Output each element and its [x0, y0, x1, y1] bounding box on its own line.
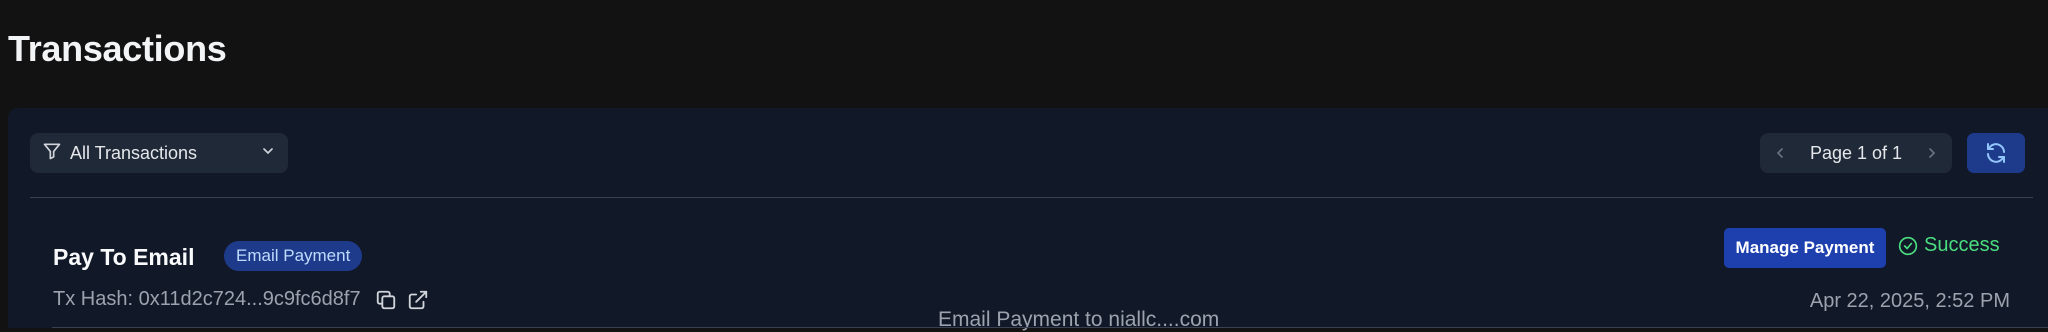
pagination: Page 1 of 1	[1760, 133, 1952, 173]
transactions-panel: All Transactions Page 1 of 1 Pay To Emai…	[8, 108, 2048, 331]
chevron-down-icon	[260, 143, 276, 164]
transaction-title: Pay To Email	[53, 244, 195, 270]
previous-page-button[interactable]	[1772, 145, 1788, 161]
transaction-filter-dropdown[interactable]: All Transactions	[30, 133, 288, 173]
refresh-button[interactable]	[1967, 133, 2025, 173]
status-text: Success	[1924, 234, 2000, 256]
copy-icon[interactable]	[375, 289, 397, 311]
check-circle-icon	[1898, 236, 1918, 255]
transaction-timestamp: Apr 22, 2025, 2:52 PM	[1809, 290, 2010, 312]
transaction-description: Email Payment to niallc....com	[938, 308, 1220, 331]
tx-hash: Tx Hash: 0x11d2c724...9c9fc6d8f7	[53, 288, 429, 311]
next-page-button[interactable]	[1924, 145, 1940, 161]
tx-hash-text: Tx Hash: 0x11d2c724...9c9fc6d8f7	[53, 288, 361, 310]
status-badge: Success	[1898, 234, 2000, 257]
manage-payment-button[interactable]: Manage Payment	[1724, 228, 1886, 268]
toolbar: All Transactions Page 1 of 1	[30, 133, 2048, 173]
transaction-row[interactable]: Pay To Email Email Payment Tx Hash: 0x11…	[30, 198, 2048, 331]
filter-icon	[42, 141, 62, 166]
page-title: Transactions	[8, 28, 227, 69]
page-indicator: Page 1 of 1	[1809, 142, 1903, 163]
refresh-icon	[1987, 143, 2005, 163]
chevron-right-icon	[1929, 148, 1936, 158]
filter-selected-label: All Transactions	[70, 142, 198, 163]
external-link-icon[interactable]	[407, 289, 429, 311]
chevron-left-icon	[1776, 148, 1783, 158]
transaction-type-badge: Email Payment	[224, 241, 363, 271]
